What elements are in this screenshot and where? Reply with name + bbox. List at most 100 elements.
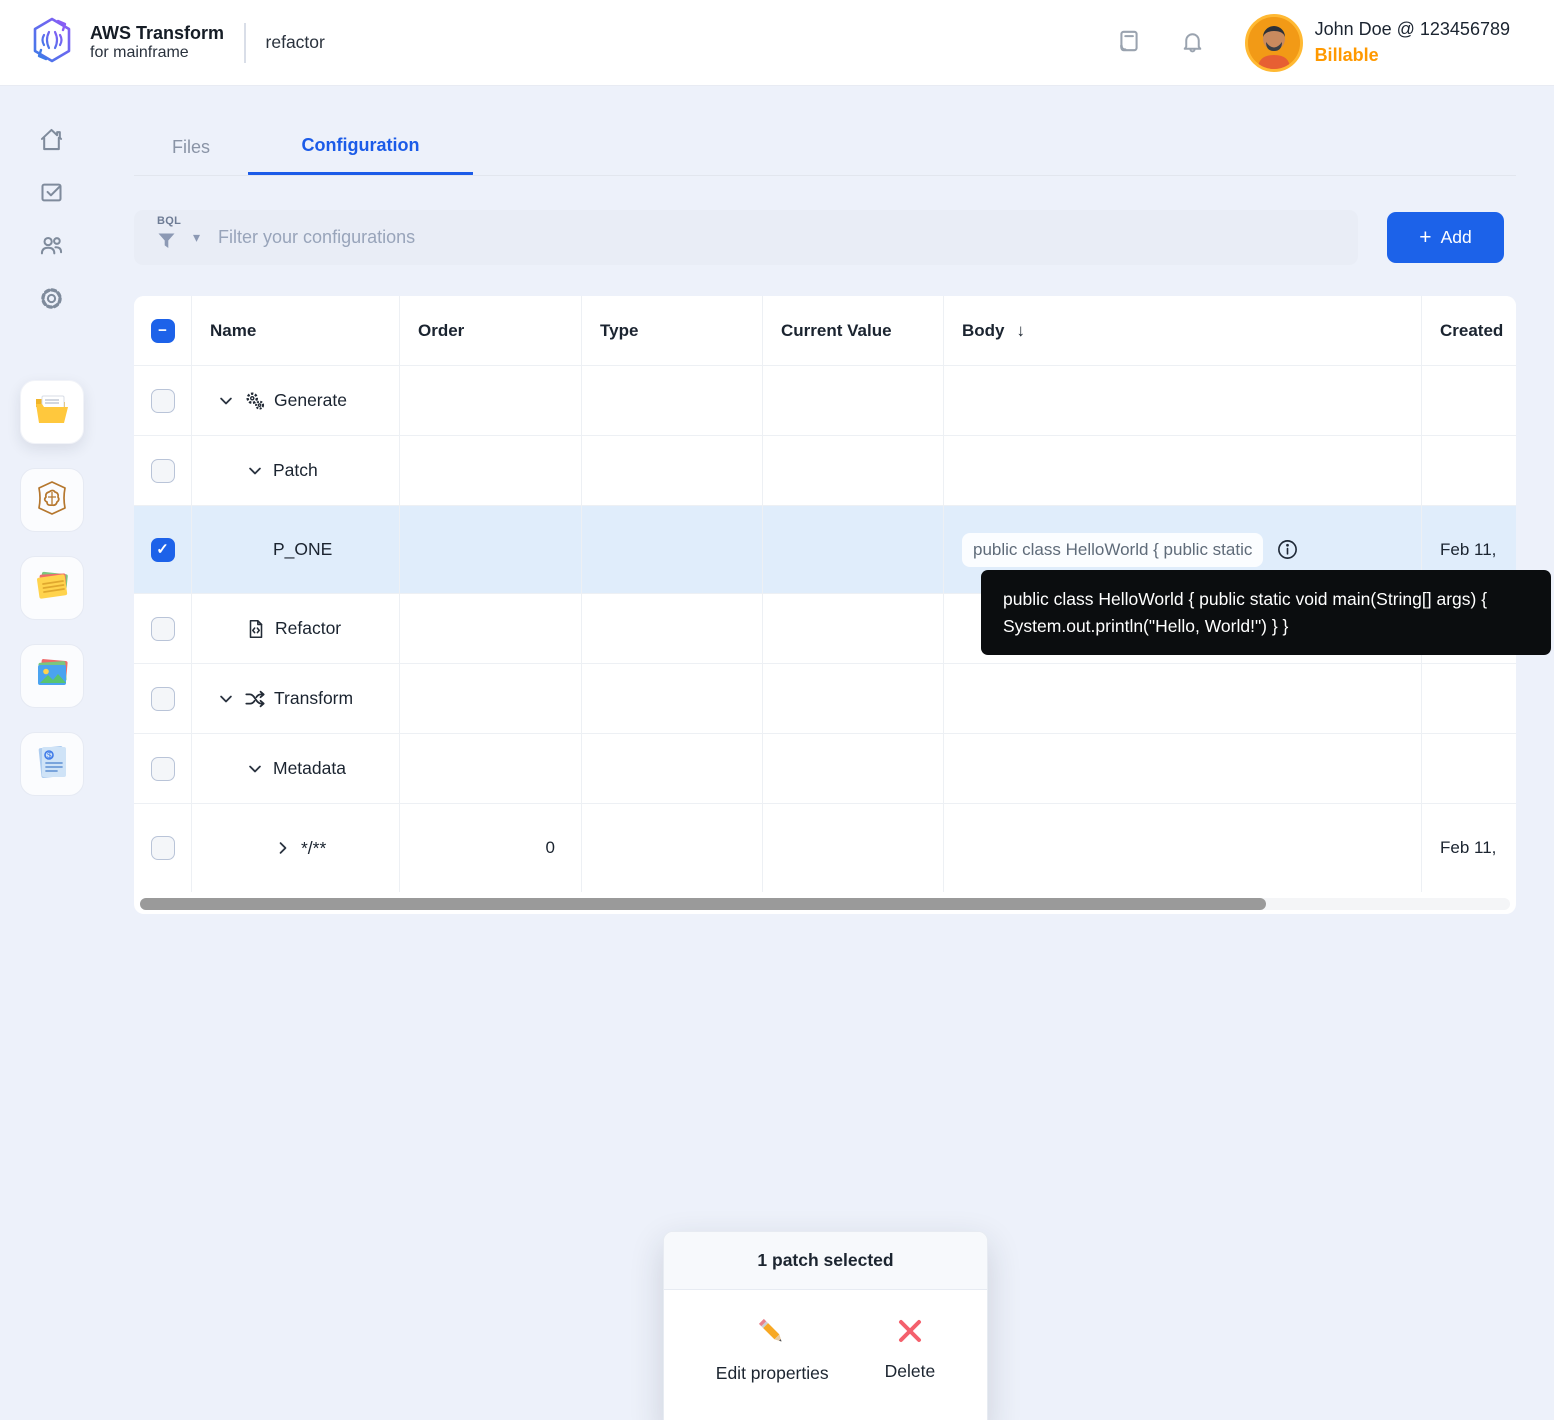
row-name-label: Transform — [274, 688, 354, 708]
chevron-down-icon[interactable] — [245, 759, 265, 779]
horizontal-scrollbar-thumb[interactable] — [140, 898, 1266, 910]
plus-icon: + — [1419, 226, 1432, 249]
avatar[interactable] — [1244, 13, 1303, 72]
column-header-body[interactable]: Body ↓ — [944, 296, 1422, 365]
cell-cv — [763, 366, 944, 435]
body-value-chip[interactable]: public class HelloWorld { public static — [962, 532, 1264, 567]
cell-body — [944, 366, 1422, 435]
cell-type — [582, 506, 763, 593]
user-info: John Doe @ 123456789 Billable — [1315, 17, 1510, 67]
user-name: John Doe @ 123456789 — [1314, 19, 1510, 40]
code-file-icon — [245, 618, 267, 640]
cell-cv — [763, 506, 944, 593]
column-header-created[interactable]: Created — [1422, 296, 1516, 365]
row-checkbox[interactable] — [150, 756, 175, 781]
chevron-down-icon[interactable] — [245, 461, 265, 481]
row-checkbox[interactable] — [150, 836, 175, 860]
billable-badge: Billable — [1314, 44, 1379, 65]
cell-order: 0 — [400, 804, 582, 892]
top-bar: AWS Transform for mainframe refactor Joh… — [0, 0, 1554, 86]
select-all-checkbox[interactable]: − — [150, 318, 175, 343]
edit-properties-label: Edit properties — [715, 1363, 829, 1383]
pencil-icon — [756, 1316, 788, 1351]
sort-descending-icon[interactable]: ↓ — [1017, 321, 1026, 341]
cell-type — [582, 594, 763, 663]
cell-created — [1422, 734, 1516, 803]
row-checkbox[interactable] — [150, 458, 175, 483]
row-checkbox[interactable] — [150, 616, 175, 641]
row-name-label: Metadata — [273, 758, 346, 778]
documentation-button[interactable] — [1116, 28, 1142, 57]
cell-order — [400, 594, 582, 663]
column-header-current-value[interactable]: Current Value — [763, 296, 944, 365]
chevron-down-icon[interactable] — [216, 391, 236, 411]
filter-funnel-wrap: BQL — [156, 215, 181, 256]
row-name-label: P_ONE — [273, 539, 333, 559]
main-content: Files Configuration BQL ▾ Filter your co… — [0, 86, 1554, 1420]
row-name-label: Patch — [273, 460, 318, 480]
edit-properties-button[interactable]: Edit properties — [716, 1316, 829, 1384]
filter-input[interactable]: BQL ▾ Filter your configurations — [134, 210, 1358, 265]
selection-panel-title: 1 patch selected — [664, 1232, 987, 1290]
cell-created — [1422, 366, 1516, 435]
cell-created: Feb 11, — [1440, 838, 1497, 857]
cell-order — [400, 366, 582, 435]
horizontal-scrollbar-track[interactable] — [140, 898, 1510, 910]
aws-transform-logo-icon — [28, 15, 76, 70]
filter-placeholder: Filter your configurations — [218, 227, 416, 247]
row-name-label: Generate — [274, 390, 347, 410]
tab-bar: Files Configuration — [134, 118, 474, 176]
gears-icon — [244, 390, 266, 412]
body-tooltip: public class HelloWorld { public static … — [981, 570, 1551, 656]
cell-body — [944, 664, 1422, 733]
table-row: Patch — [134, 436, 1516, 506]
table-row: */** 0 Feb 11, — [134, 804, 1516, 892]
tab-configuration[interactable]: Configuration — [248, 118, 474, 176]
tab-files[interactable]: Files — [134, 118, 248, 176]
brand-title: AWS Transform — [90, 22, 225, 43]
column-header-order[interactable]: Order — [400, 296, 582, 365]
cell-body — [944, 734, 1422, 803]
table-row: Metadata — [134, 734, 1516, 804]
bql-badge: BQL — [157, 215, 182, 227]
cell-cv — [763, 804, 944, 892]
app-name: refactor — [265, 32, 325, 52]
bell-icon — [1180, 29, 1205, 57]
cell-type — [582, 734, 763, 803]
cell-cv — [763, 734, 944, 803]
cell-order — [400, 664, 582, 733]
funnel-icon — [156, 233, 177, 255]
cell-cv — [763, 594, 944, 663]
cell-order — [400, 436, 582, 505]
tooltip-text: public class HelloWorld { public static … — [1003, 589, 1488, 636]
delete-x-icon — [895, 1316, 925, 1349]
row-checkbox[interactable] — [150, 686, 175, 711]
cell-body — [944, 804, 1422, 892]
header-divider — [244, 22, 246, 63]
cell-type — [582, 804, 763, 892]
delete-button[interactable]: Delete — [884, 1316, 936, 1384]
brand-subtitle: for mainframe — [90, 43, 189, 61]
cell-created — [1422, 664, 1516, 733]
column-header-type[interactable]: Type — [582, 296, 763, 365]
notifications-button[interactable] — [1180, 29, 1205, 57]
book-icon — [1116, 28, 1142, 57]
cell-cv — [763, 436, 944, 505]
chevron-right-icon[interactable] — [273, 838, 293, 858]
cell-type — [582, 436, 763, 505]
delete-label: Delete — [884, 1361, 936, 1381]
row-name-label: */** — [301, 837, 327, 858]
row-checkbox[interactable] — [150, 388, 175, 413]
selection-panel: 1 patch selected Edit properties Delete — [663, 1231, 988, 1420]
filter-dropdown-caret-icon[interactable]: ▾ — [193, 229, 200, 246]
add-button[interactable]: + Add — [1387, 212, 1504, 263]
column-header-name[interactable]: Name — [192, 296, 400, 365]
table-row: Generate — [134, 366, 1516, 436]
shuffle-icon — [244, 688, 266, 710]
info-icon[interactable] — [1276, 538, 1299, 561]
cell-type — [582, 664, 763, 733]
table-row: Transform — [134, 664, 1516, 734]
chevron-down-icon[interactable] — [216, 689, 236, 709]
row-checkbox[interactable]: ✓ — [150, 537, 175, 562]
cell-type — [582, 366, 763, 435]
